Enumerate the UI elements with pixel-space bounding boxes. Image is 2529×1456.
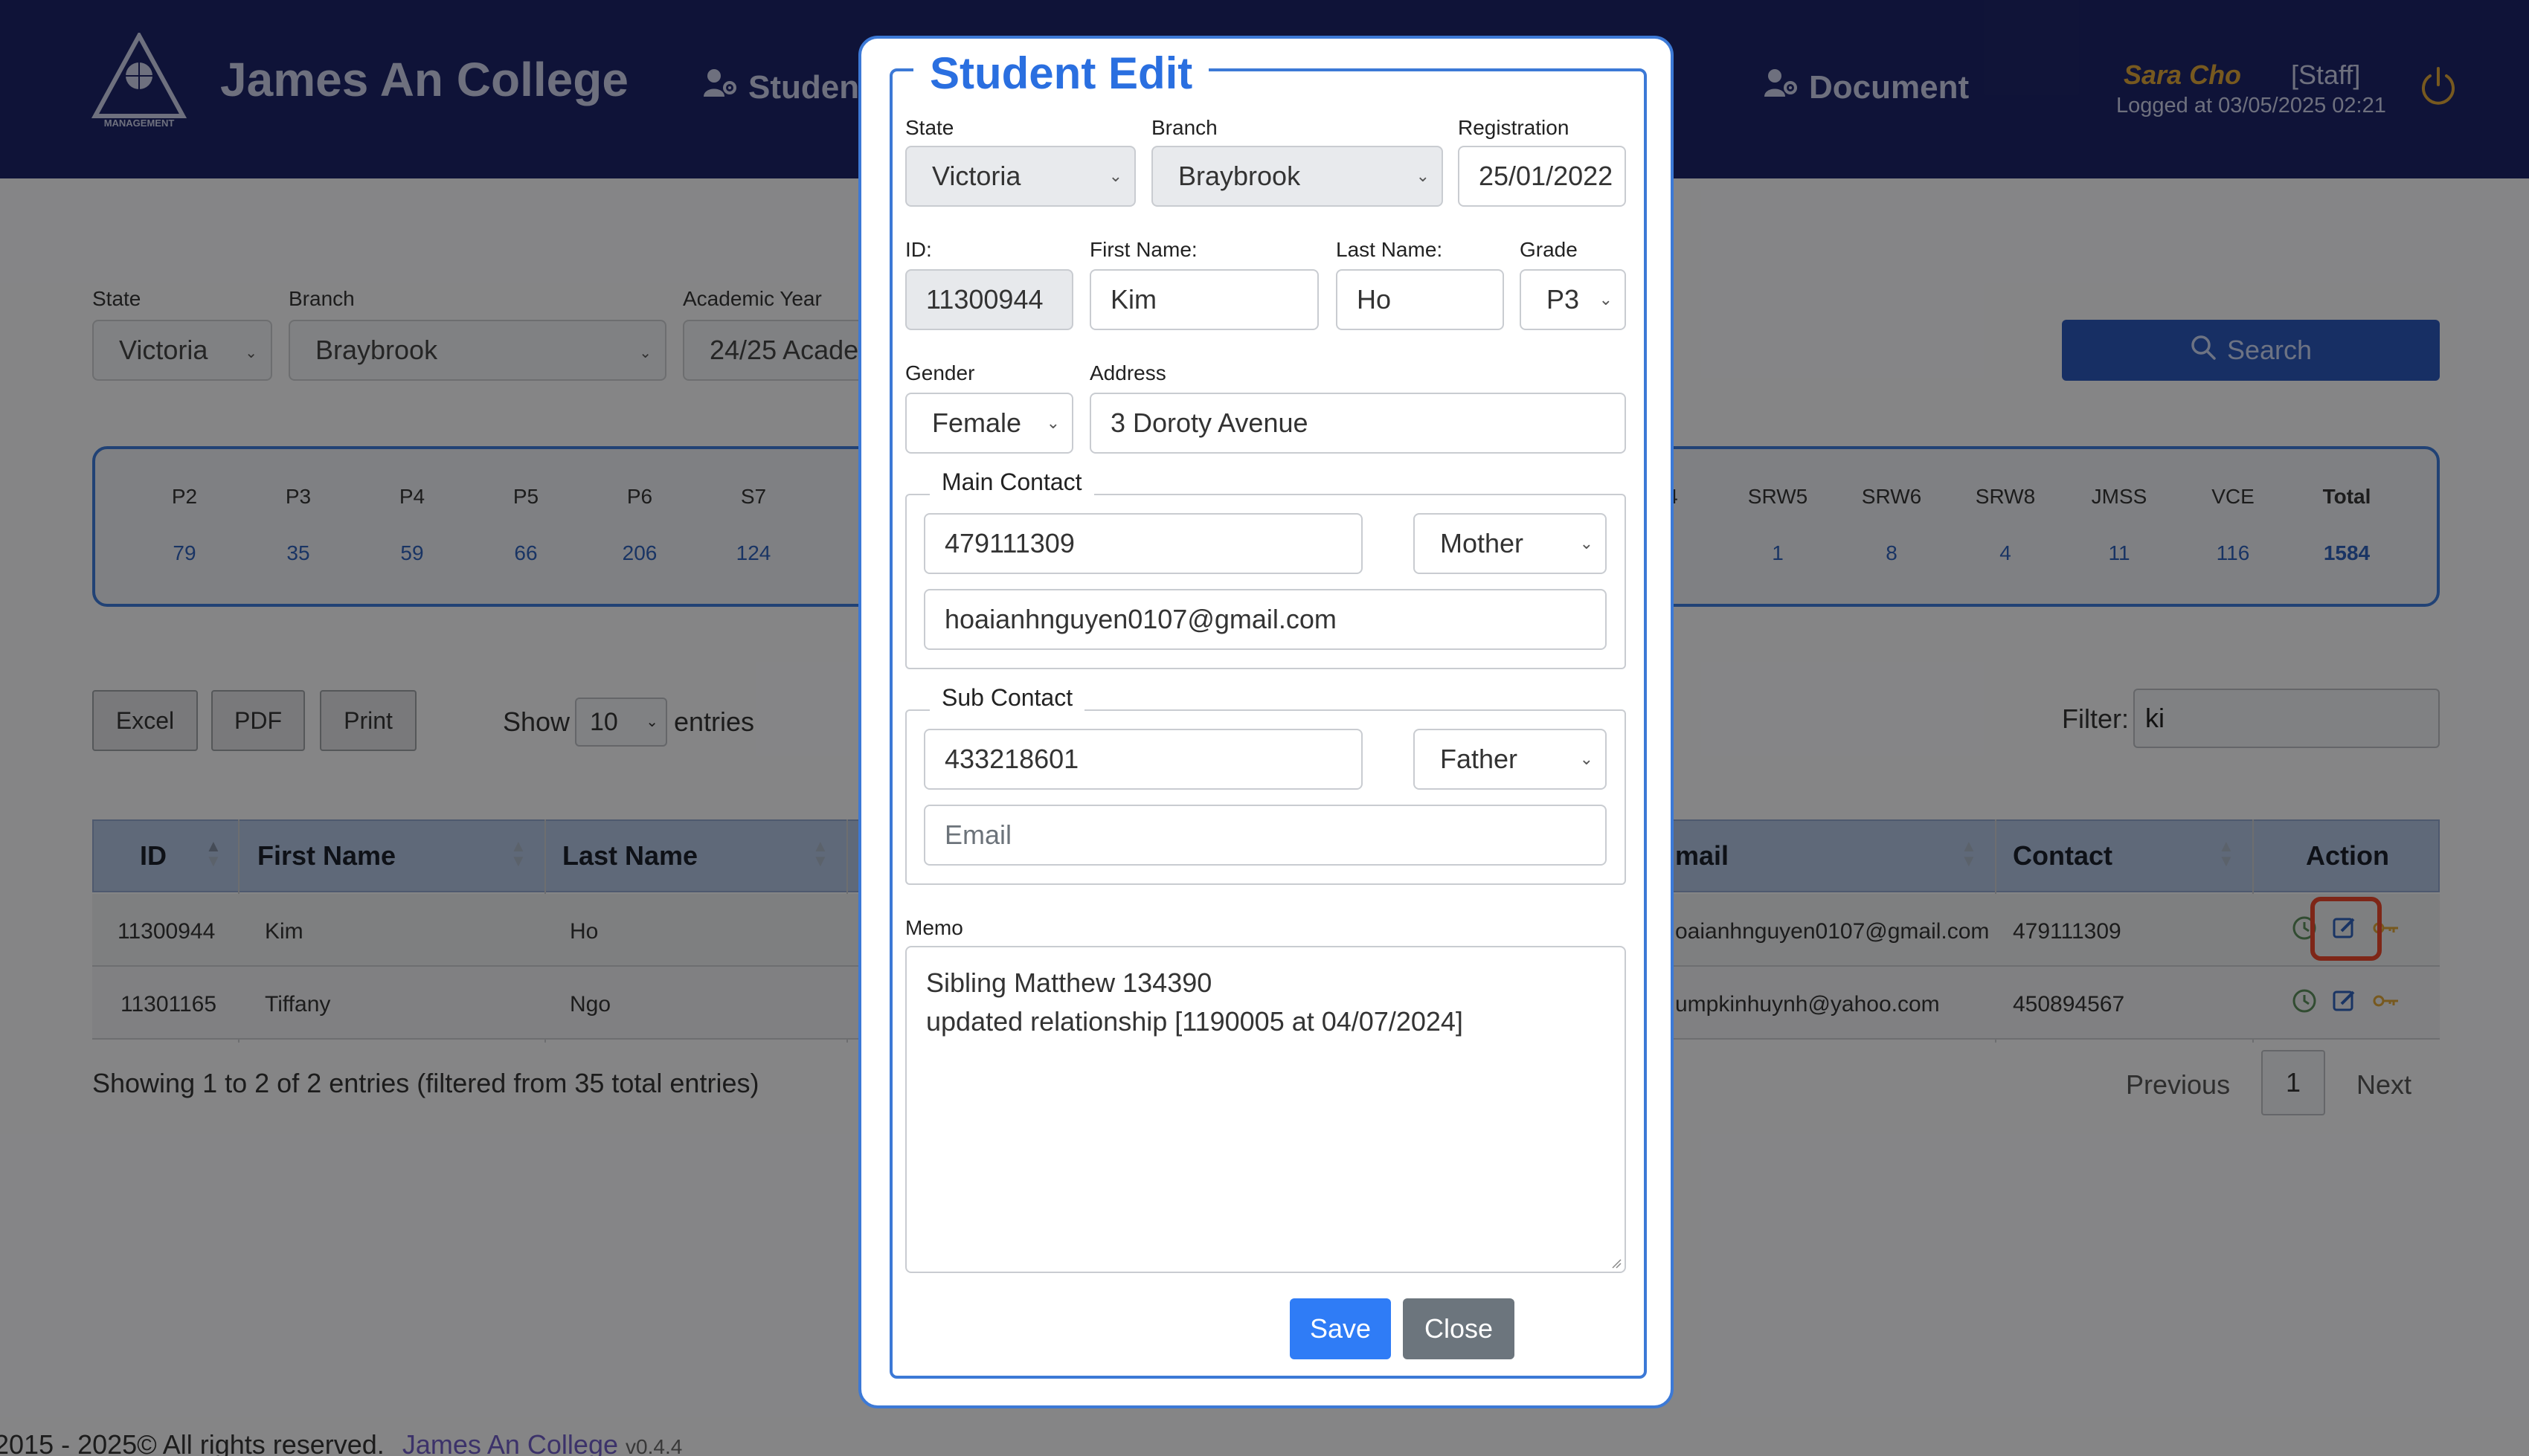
main-relation-value: Mother bbox=[1440, 528, 1524, 558]
last-name-label: Last Name: bbox=[1336, 238, 1443, 261]
registration-date-input[interactable]: 25/01/2022 bbox=[1458, 146, 1626, 207]
chevron-down-icon: ⌄ bbox=[1046, 413, 1060, 432]
sub-contact-label: Sub Contact bbox=[930, 684, 1085, 712]
main-email-input[interactable]: hoaianhnguyen0107@gmail.com bbox=[924, 589, 1607, 650]
chevron-down-icon: ⌄ bbox=[1108, 167, 1122, 185]
address-label: Address bbox=[1090, 361, 1166, 384]
id-input: 11300944 bbox=[905, 269, 1073, 330]
state-label: State bbox=[905, 116, 954, 139]
grade-label: Grade bbox=[1520, 238, 1578, 261]
chevron-down-icon: ⌄ bbox=[1415, 167, 1430, 185]
grade-select-value: P3 bbox=[1546, 284, 1580, 315]
gender-select[interactable]: Female ⌄ bbox=[905, 393, 1073, 454]
memo-label: Memo bbox=[905, 916, 963, 939]
gender-label: Gender bbox=[905, 361, 975, 384]
modal-state-value: Victoria bbox=[932, 161, 1021, 191]
sub-relation-select[interactable]: Father ⌄ bbox=[1413, 729, 1607, 790]
first-name-input[interactable]: Kim bbox=[1090, 269, 1319, 330]
sub-relation-value: Father bbox=[1440, 744, 1518, 774]
registration-label: Registration bbox=[1458, 116, 1569, 139]
last-name-input[interactable]: Ho bbox=[1336, 269, 1504, 330]
chevron-down-icon: ⌄ bbox=[1598, 290, 1613, 309]
main-phone-input[interactable]: 479111309 bbox=[924, 513, 1363, 574]
memo-line: Sibling Matthew 134390 bbox=[926, 967, 1212, 998]
first-name-label: First Name: bbox=[1090, 238, 1198, 261]
chevron-down-icon: ⌄ bbox=[1579, 534, 1593, 553]
sub-phone-input[interactable]: 433218601 bbox=[924, 729, 1363, 790]
address-input[interactable]: 3 Doroty Avenue bbox=[1090, 393, 1626, 454]
main-relation-select[interactable]: Mother ⌄ bbox=[1413, 513, 1607, 574]
branch-label: Branch bbox=[1151, 116, 1218, 139]
chevron-down-icon: ⌄ bbox=[1579, 750, 1593, 768]
modal-state-select[interactable]: Victoria ⌄ bbox=[905, 146, 1136, 207]
resize-handle-icon[interactable] bbox=[1610, 1257, 1622, 1269]
grade-select[interactable]: P3 ⌄ bbox=[1520, 269, 1626, 330]
sub-email-input[interactable]: Email bbox=[924, 805, 1607, 866]
modal-title: Student Edit bbox=[913, 39, 1209, 107]
id-label: ID: bbox=[905, 238, 932, 261]
save-button[interactable]: Save bbox=[1290, 1298, 1391, 1359]
memo-textarea[interactable]: Sibling Matthew 134390 updated relations… bbox=[905, 946, 1626, 1273]
close-button[interactable]: Close bbox=[1403, 1298, 1514, 1359]
memo-line: updated relationship [1190005 at 04/07/2… bbox=[926, 1006, 1463, 1037]
main-contact-label: Main Contact bbox=[930, 468, 1094, 496]
gender-select-value: Female bbox=[932, 408, 1022, 438]
modal-branch-select[interactable]: Braybrook ⌄ bbox=[1151, 146, 1443, 207]
modal-branch-value: Braybrook bbox=[1178, 161, 1301, 191]
